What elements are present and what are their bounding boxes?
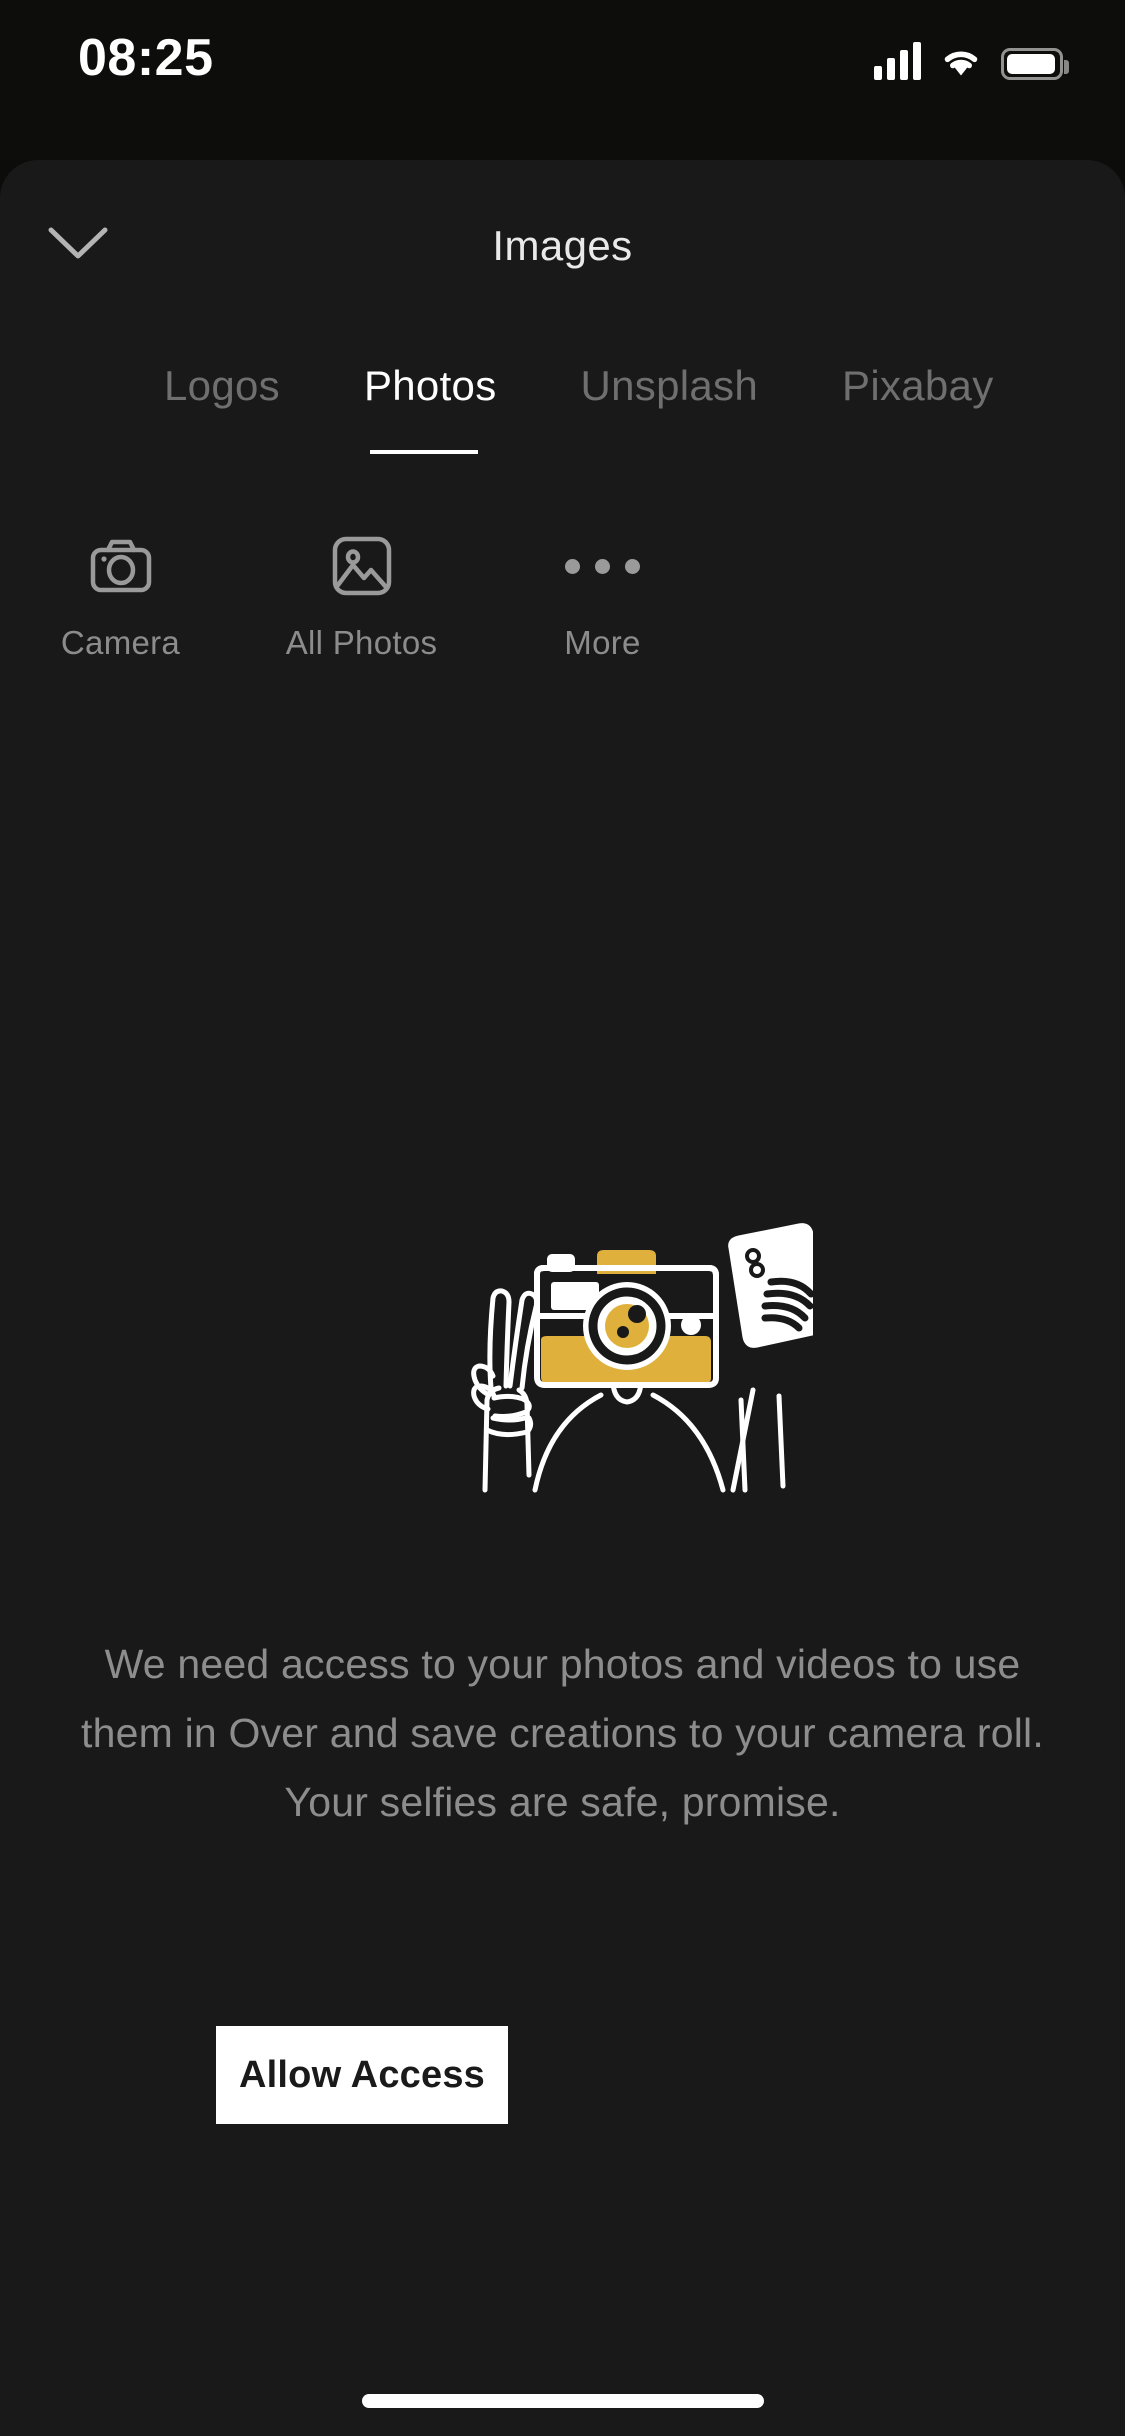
camera-icon <box>88 530 154 602</box>
quick-action-more[interactable]: More <box>482 530 723 680</box>
tab-logos[interactable]: Logos <box>164 362 280 410</box>
tab-unsplash[interactable]: Unsplash <box>581 362 759 410</box>
image-icon <box>331 530 393 602</box>
quick-action-camera-label: Camera <box>60 624 181 661</box>
tab-photos[interactable]: Photos <box>363 362 497 454</box>
wifi-icon <box>944 51 978 76</box>
battery-icon <box>1001 48 1069 80</box>
images-sheet: Images Logos Photos Unsplash Pixabay Cam… <box>0 160 1125 2436</box>
tab-logos-label: Logos <box>164 362 280 409</box>
tab-unsplash-label: Unsplash <box>580 362 758 409</box>
source-tabs[interactable]: Logos Photos Unsplash Pixabay <box>0 362 1125 492</box>
status-bar-time: 08:25 <box>78 29 214 87</box>
tab-pixabay[interactable]: Pixabay <box>842 362 994 410</box>
quick-action-more-label: More <box>564 624 641 661</box>
app-screen: 08:25 Images Logos Photos Unsplash Pixab… <box>0 0 1125 2436</box>
cellular-signal-icon <box>874 40 921 80</box>
home-indicator[interactable] <box>361 2394 764 2408</box>
quick-action-camera[interactable]: Camera <box>0 530 241 680</box>
tab-pixabay-label: Pixabay <box>842 362 994 409</box>
tab-photos-label: Photos <box>363 362 497 409</box>
active-tab-indicator <box>369 450 478 454</box>
allow-access-button[interactable]: Allow Access <box>216 2026 508 2124</box>
quick-action-row: Camera All Photos More <box>0 530 1125 680</box>
status-bar: 08:25 <box>0 0 1125 160</box>
peace-sign-camera-phone-illustration <box>470 1223 813 1493</box>
status-bar-icons <box>874 40 1069 80</box>
quick-action-all-photos-label: All Photos <box>285 624 438 661</box>
page-title: Images <box>492 222 633 269</box>
quick-action-all-photos[interactable]: All Photos <box>241 530 482 680</box>
permission-illustration <box>0 1190 1125 1520</box>
sheet-header: Images <box>0 160 1125 320</box>
ellipsis-icon <box>565 530 640 602</box>
permission-message: We need access to your photos and videos… <box>81 1641 1044 1825</box>
